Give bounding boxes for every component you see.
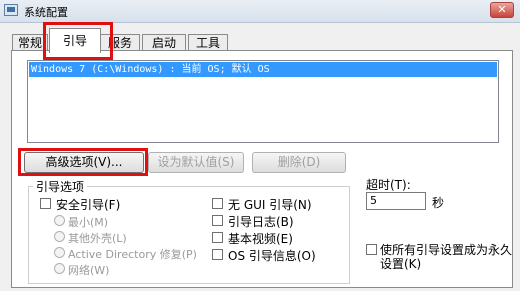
network-radio[interactable] (54, 263, 65, 274)
base-video-label: 基本视频(E) (228, 232, 293, 246)
boot-options-title: 引导选项 (33, 178, 88, 195)
no-gui-boot-checkbox[interactable] (212, 198, 223, 209)
base-video-checkbox[interactable] (212, 232, 223, 243)
safe-boot-label: 安全引导(F) (56, 198, 121, 212)
boot-tab-highlight (43, 22, 113, 60)
no-gui-boot-label: 无 GUI 引导(N) (228, 198, 312, 212)
alternate-shell-label: 其他外壳(L) (68, 232, 127, 245)
timeout-input[interactable]: 5 (366, 192, 426, 210)
minimal-label: 最小(M) (68, 216, 109, 229)
network-label: 网络(W) (68, 264, 110, 277)
boot-log-checkbox[interactable] (212, 215, 223, 226)
make-permanent-label-line2: 设置(K) (380, 257, 422, 271)
tab-tools[interactable]: 工具 (188, 34, 228, 51)
ad-repair-radio[interactable] (54, 247, 65, 258)
timeout-unit: 秒 (432, 196, 445, 210)
timeout-label: 超时(T): (366, 178, 411, 192)
advanced-button-highlight (18, 148, 148, 176)
ad-repair-label: Active Directory 修复(P) (68, 248, 197, 261)
safe-boot-checkbox[interactable] (40, 198, 51, 209)
alternate-shell-radio[interactable] (54, 231, 65, 242)
os-boot-info-label: OS 引导信息(O) (228, 249, 316, 263)
boot-entry-list[interactable]: Windows 7 (C:\Windows) : 当前 OS; 默认 OS (27, 60, 499, 143)
minimal-radio[interactable] (54, 215, 65, 226)
window-title: 系统配置 (24, 6, 68, 19)
tab-startup[interactable]: 启动 (142, 34, 186, 51)
boot-entry-item[interactable]: Windows 7 (C:\Windows) : 当前 OS; 默认 OS (29, 62, 497, 77)
make-permanent-checkbox[interactable] (366, 244, 377, 255)
os-boot-info-checkbox[interactable] (212, 249, 223, 260)
boot-log-label: 引导日志(B) (228, 215, 294, 229)
set-default-button[interactable]: 设为默认值(S) (148, 152, 244, 173)
close-icon[interactable]: ✕ (490, 2, 514, 18)
delete-button[interactable]: 删除(D) (252, 152, 346, 173)
system-config-icon (4, 4, 18, 16)
title-bar: 系统配置 ✕ (0, 0, 520, 23)
